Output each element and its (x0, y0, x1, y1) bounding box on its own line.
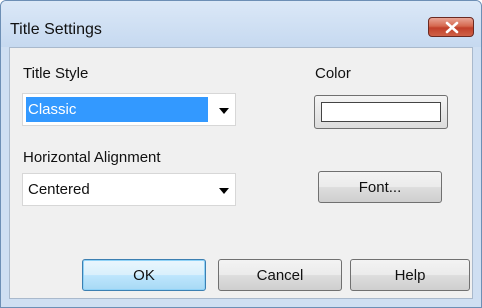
horizontal-alignment-dropdown[interactable]: Centered (22, 173, 236, 206)
color-picker-button[interactable] (314, 95, 448, 129)
dropdown-arrow-icon (219, 188, 229, 194)
title-bar[interactable]: Title Settings (1, 1, 481, 47)
dropdown-arrow-icon (219, 108, 229, 114)
dialog-client-area: Title Style Classic Color Horizontal Ali… (9, 47, 473, 299)
color-swatch (321, 102, 441, 122)
ok-button[interactable]: OK (82, 259, 206, 291)
horizontal-alignment-value: Centered (28, 181, 90, 198)
title-style-label: Title Style (23, 65, 89, 82)
window-title: Title Settings (10, 21, 102, 38)
font-button[interactable]: Font... (318, 171, 442, 203)
title-style-value: Classic (26, 97, 208, 122)
help-button[interactable]: Help (350, 259, 470, 291)
close-icon (445, 21, 459, 34)
cancel-button[interactable]: Cancel (218, 259, 342, 291)
horizontal-alignment-label: Horizontal Alignment (23, 149, 161, 166)
title-style-dropdown[interactable]: Classic (22, 93, 236, 126)
color-label: Color (315, 65, 351, 82)
title-settings-dialog: Title Settings Title Style Classic Color… (0, 0, 482, 308)
close-button[interactable] (428, 17, 474, 37)
